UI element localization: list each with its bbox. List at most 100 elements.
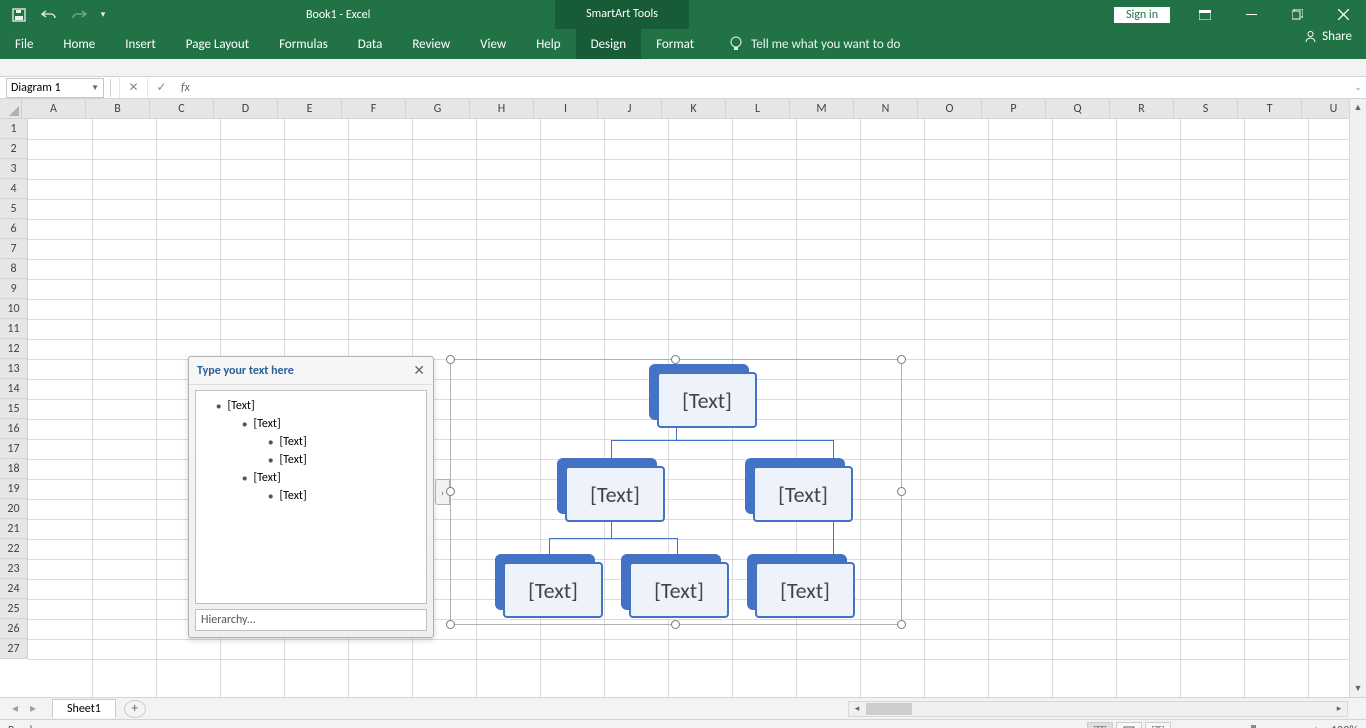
text-pane-list[interactable]: ●[Text]●[Text]●[Text]●[Text]●[Text]●[Tex… <box>195 390 427 604</box>
normal-view-icon[interactable] <box>1087 722 1113 728</box>
row-header[interactable]: 16 <box>0 419 28 439</box>
tab-home[interactable]: Home <box>48 29 110 59</box>
column-header[interactable]: B <box>86 99 150 118</box>
tab-pagelayout[interactable]: Page Layout <box>171 29 264 59</box>
new-sheet-button[interactable]: + <box>124 700 146 718</box>
column-header[interactable]: G <box>406 99 470 118</box>
column-header[interactable]: T <box>1238 99 1302 118</box>
chevron-down-icon[interactable]: ▼ <box>91 83 99 93</box>
save-icon[interactable] <box>6 3 32 27</box>
scroll-right-icon[interactable]: ▸ <box>1331 702 1347 716</box>
resize-handle[interactable] <box>446 355 455 364</box>
ribbon-display-icon[interactable] <box>1182 0 1228 29</box>
resize-handle[interactable] <box>897 620 906 629</box>
zoom-out-button[interactable]: − <box>1183 724 1189 728</box>
column-header[interactable]: E <box>278 99 342 118</box>
column-header[interactable]: P <box>982 99 1046 118</box>
text-pane-item[interactable]: ●[Text] <box>200 397 422 415</box>
name-box[interactable]: Diagram 1 ▼ <box>6 78 104 98</box>
row-header[interactable]: 24 <box>0 579 28 599</box>
hierarchy-node[interactable]: [Text] <box>621 554 721 610</box>
tab-data[interactable]: Data <box>343 29 398 59</box>
qat-customize-icon[interactable]: ▾ <box>96 3 110 27</box>
row-header[interactable]: 11 <box>0 319 28 339</box>
resize-handle[interactable] <box>671 620 680 629</box>
row-header[interactable]: 4 <box>0 179 28 199</box>
tab-help[interactable]: Help <box>521 29 575 59</box>
row-header[interactable]: 18 <box>0 459 28 479</box>
minimize-icon[interactable] <box>1228 0 1274 29</box>
row-header[interactable]: 7 <box>0 239 28 259</box>
row-header[interactable]: 3 <box>0 159 28 179</box>
hierarchy-node[interactable]: [Text] <box>557 458 657 514</box>
column-header[interactable]: N <box>854 99 918 118</box>
tab-view[interactable]: View <box>465 29 521 59</box>
row-header[interactable]: 10 <box>0 299 28 319</box>
row-header[interactable]: 2 <box>0 139 28 159</box>
tab-nav[interactable]: ◂ ▸ <box>0 701 48 716</box>
tab-format[interactable]: Format <box>641 29 709 59</box>
row-header[interactable]: 5 <box>0 199 28 219</box>
hierarchy-node[interactable]: [Text] <box>747 554 847 610</box>
zoom-level[interactable]: 100% <box>1331 724 1358 728</box>
column-header[interactable]: F <box>342 99 406 118</box>
scroll-up-icon[interactable]: ▲ <box>1350 99 1366 116</box>
tab-insert[interactable]: Insert <box>110 29 171 59</box>
fx-icon[interactable]: fx <box>175 81 196 95</box>
node-text[interactable]: [Text] <box>755 562 855 618</box>
row-header[interactable]: 23 <box>0 559 28 579</box>
row-header[interactable]: 17 <box>0 439 28 459</box>
text-pane-item[interactable]: ●[Text] <box>200 451 422 469</box>
row-header[interactable]: 14 <box>0 379 28 399</box>
tab-nav-last-icon[interactable]: ▸ <box>24 701 42 716</box>
row-header[interactable]: 1 <box>0 119 28 139</box>
maximize-icon[interactable] <box>1274 0 1320 29</box>
column-header[interactable]: Q <box>1046 99 1110 118</box>
column-header[interactable]: D <box>214 99 278 118</box>
resize-handle[interactable] <box>446 620 455 629</box>
tab-review[interactable]: Review <box>397 29 465 59</box>
node-text[interactable]: [Text] <box>753 466 853 522</box>
signin-button[interactable]: Sign in <box>1114 7 1170 23</box>
column-header[interactable]: R <box>1110 99 1174 118</box>
row-header[interactable]: 12 <box>0 339 28 359</box>
row-header[interactable]: 19 <box>0 479 28 499</box>
resize-handle[interactable] <box>897 355 906 364</box>
smartart-text-pane[interactable]: Type your text here ✕ ●[Text]●[Text]●[Te… <box>188 356 434 638</box>
column-header[interactable]: L <box>726 99 790 118</box>
page-layout-view-icon[interactable] <box>1116 722 1142 728</box>
tab-formulas[interactable]: Formulas <box>264 29 343 59</box>
hierarchy-node[interactable]: [Text] <box>495 554 595 610</box>
row-header[interactable]: 8 <box>0 259 28 279</box>
column-header[interactable]: K <box>662 99 726 118</box>
undo-icon[interactable] <box>36 3 62 27</box>
scroll-thumb[interactable] <box>866 703 912 715</box>
resize-handle[interactable] <box>671 355 680 364</box>
row-header[interactable]: 13 <box>0 359 28 379</box>
column-header[interactable]: S <box>1174 99 1238 118</box>
tab-design[interactable]: Design <box>576 29 641 59</box>
hierarchy-node[interactable]: [Text] <box>649 364 749 420</box>
text-pane-layout-name[interactable]: Hierarchy... <box>195 609 427 631</box>
tell-me-search[interactable]: Tell me what you want to do <box>729 29 900 59</box>
text-pane-item[interactable]: ●[Text] <box>200 415 422 433</box>
text-pane-item[interactable]: ●[Text] <box>200 469 422 487</box>
expand-formula-icon[interactable]: ⌄ <box>1350 82 1366 93</box>
enter-formula-icon[interactable]: ✓ <box>147 78 175 98</box>
vertical-scrollbar[interactable]: ▲ ▼ <box>1349 99 1366 697</box>
column-header[interactable]: J <box>598 99 662 118</box>
node-text[interactable]: [Text] <box>629 562 729 618</box>
redo-icon[interactable] <box>66 3 92 27</box>
column-header[interactable]: A <box>22 99 86 118</box>
close-icon[interactable]: ✕ <box>413 362 425 379</box>
smartart-diagram[interactable]: › <box>450 359 902 625</box>
tab-nav-first-icon[interactable]: ◂ <box>6 701 24 716</box>
scroll-left-icon[interactable]: ◂ <box>849 702 865 716</box>
node-text[interactable]: [Text] <box>503 562 603 618</box>
column-header[interactable]: I <box>534 99 598 118</box>
share-button[interactable]: Share <box>1304 29 1352 44</box>
row-header[interactable]: 9 <box>0 279 28 299</box>
node-text[interactable]: [Text] <box>657 372 757 428</box>
row-header[interactable]: 26 <box>0 619 28 639</box>
column-header[interactable]: H <box>470 99 534 118</box>
